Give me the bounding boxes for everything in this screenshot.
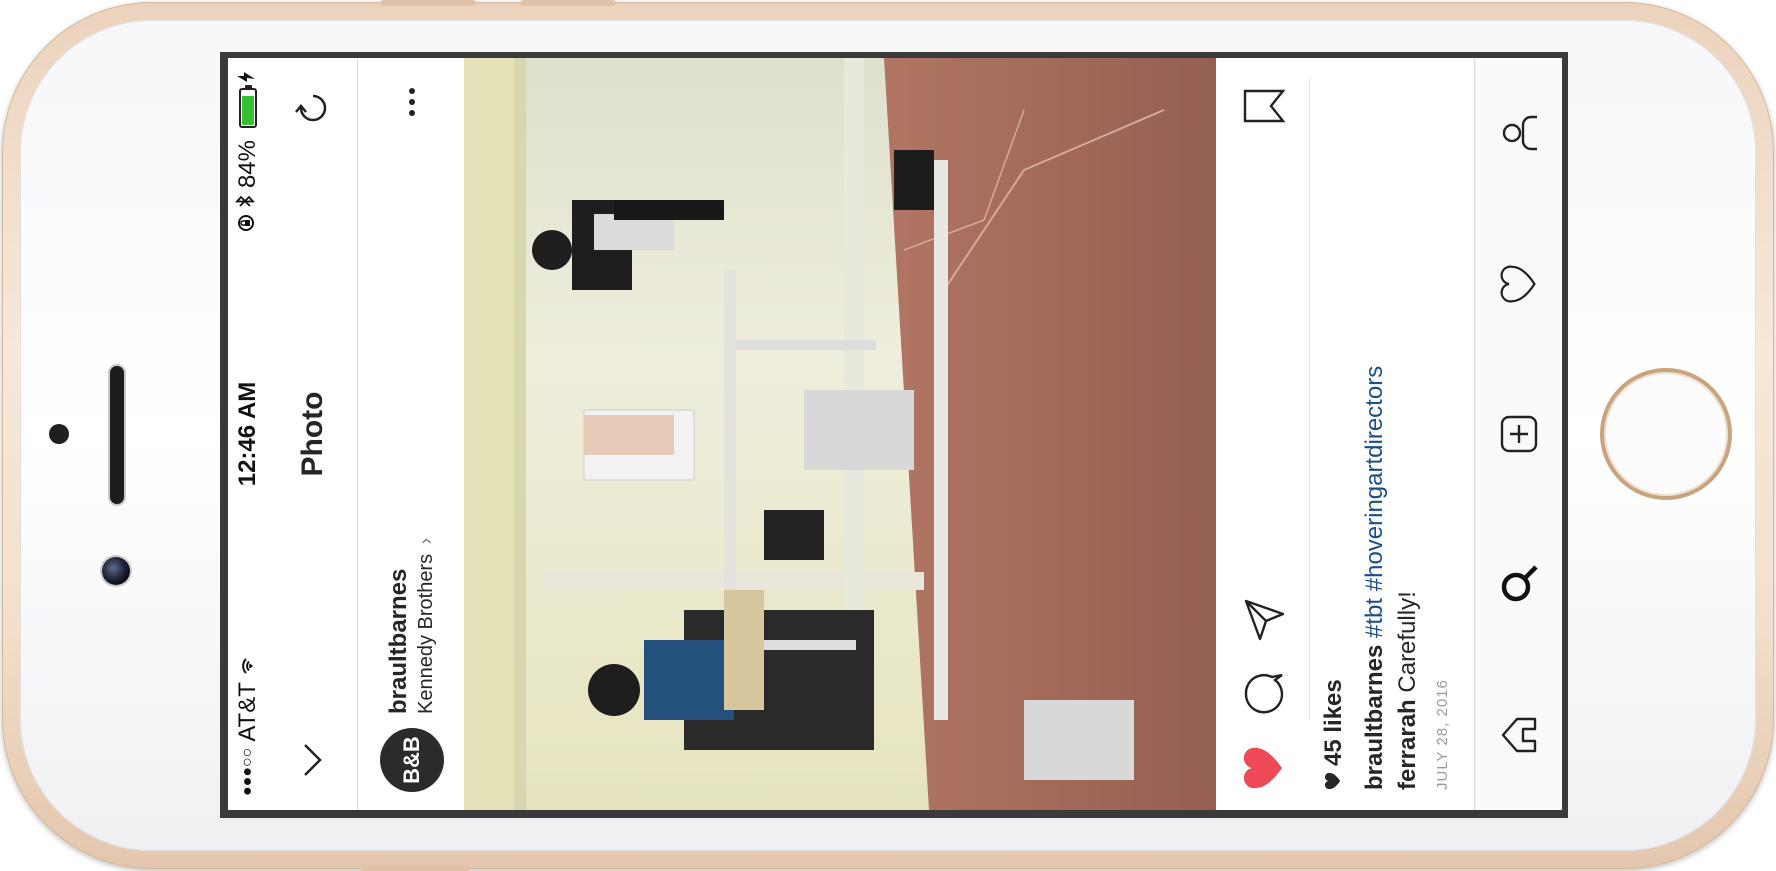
battery-icon xyxy=(239,88,257,128)
tab-new-post[interactable] xyxy=(1489,404,1549,464)
tab-activity[interactable] xyxy=(1489,254,1549,314)
likes-label: 45 likes xyxy=(1320,679,1347,766)
charging-icon xyxy=(234,72,262,82)
avatar[interactable]: B&B xyxy=(379,728,444,792)
battery-percent: 84% xyxy=(234,140,261,189)
signal-strength: ●●●○○ xyxy=(239,747,256,796)
tab-profile[interactable] xyxy=(1489,103,1549,163)
chevron-down-icon[interactable] xyxy=(289,736,337,784)
proximity-sensor xyxy=(49,424,69,444)
actions-divider xyxy=(1309,78,1310,720)
refresh-icon[interactable] xyxy=(289,84,337,132)
photo-illustration xyxy=(464,58,1216,810)
battery-level xyxy=(242,96,254,125)
power-button xyxy=(360,865,470,871)
screen: ●●●○○ AT&T 12:46 AM 84% Photo B&B brault… xyxy=(228,58,1562,810)
bookmark-button[interactable] xyxy=(1240,82,1288,130)
post-header: B&B braultbarnes Kennedy Brothers › xyxy=(359,58,464,810)
heart-icon xyxy=(1500,265,1536,303)
share-button[interactable] xyxy=(1240,596,1288,644)
home-button[interactable] xyxy=(1600,368,1732,500)
search-icon xyxy=(1501,565,1538,602)
carrier-name: AT&T xyxy=(234,682,261,742)
home-icon xyxy=(1501,717,1537,753)
status-bar: ●●●○○ AT&T 12:46 AM 84% xyxy=(228,58,268,810)
wifi-icon xyxy=(234,656,262,676)
add-post-icon xyxy=(1500,415,1538,453)
comment-text: Carefully! xyxy=(1394,591,1421,693)
location-label: Kennedy Brothers xyxy=(415,553,437,714)
post-date: JULY 28, 2016 xyxy=(1434,679,1451,790)
small-heart-icon xyxy=(1320,772,1348,790)
hashtag-tbt[interactable]: #tbt xyxy=(1361,598,1388,638)
rotation-lock-icon xyxy=(234,214,262,232)
post-location[interactable]: Kennedy Brothers › xyxy=(415,122,438,714)
location-arrow: › xyxy=(415,537,437,545)
post-caption: braultbarnes #tbt #hoveringartdirectors xyxy=(1358,70,1392,790)
front-camera xyxy=(102,557,130,585)
comment-button[interactable] xyxy=(1240,670,1288,718)
more-options-icon[interactable] xyxy=(392,82,432,122)
post-comment: ferrarah Carefully! xyxy=(1394,591,1422,790)
comment-username[interactable]: ferrarah xyxy=(1394,699,1421,790)
tab-search[interactable] xyxy=(1489,554,1549,614)
nav-bar: Photo xyxy=(268,58,358,810)
post-actions xyxy=(1218,58,1310,810)
tab-home[interactable] xyxy=(1489,705,1549,765)
page-title: Photo xyxy=(295,391,329,477)
caption-username[interactable]: braultbarnes xyxy=(1361,645,1388,790)
likes-count[interactable]: 45 likes xyxy=(1320,679,1348,790)
like-button[interactable] xyxy=(1240,744,1288,792)
bluetooth-icon xyxy=(234,194,262,208)
post-username[interactable]: braultbarnes xyxy=(385,122,413,714)
instagram-app: ●●●○○ AT&T 12:46 AM 84% Photo B&B brault… xyxy=(228,58,1562,810)
post-photo[interactable] xyxy=(464,58,1216,810)
profile-icon xyxy=(1502,116,1537,151)
earpiece-speaker xyxy=(110,366,124,504)
volume-down-button xyxy=(520,0,616,6)
tab-bar xyxy=(1474,58,1562,810)
hashtag-hoveringartdirectors[interactable]: #hoveringartdirectors xyxy=(1361,366,1388,591)
volume-up-button xyxy=(380,0,476,6)
